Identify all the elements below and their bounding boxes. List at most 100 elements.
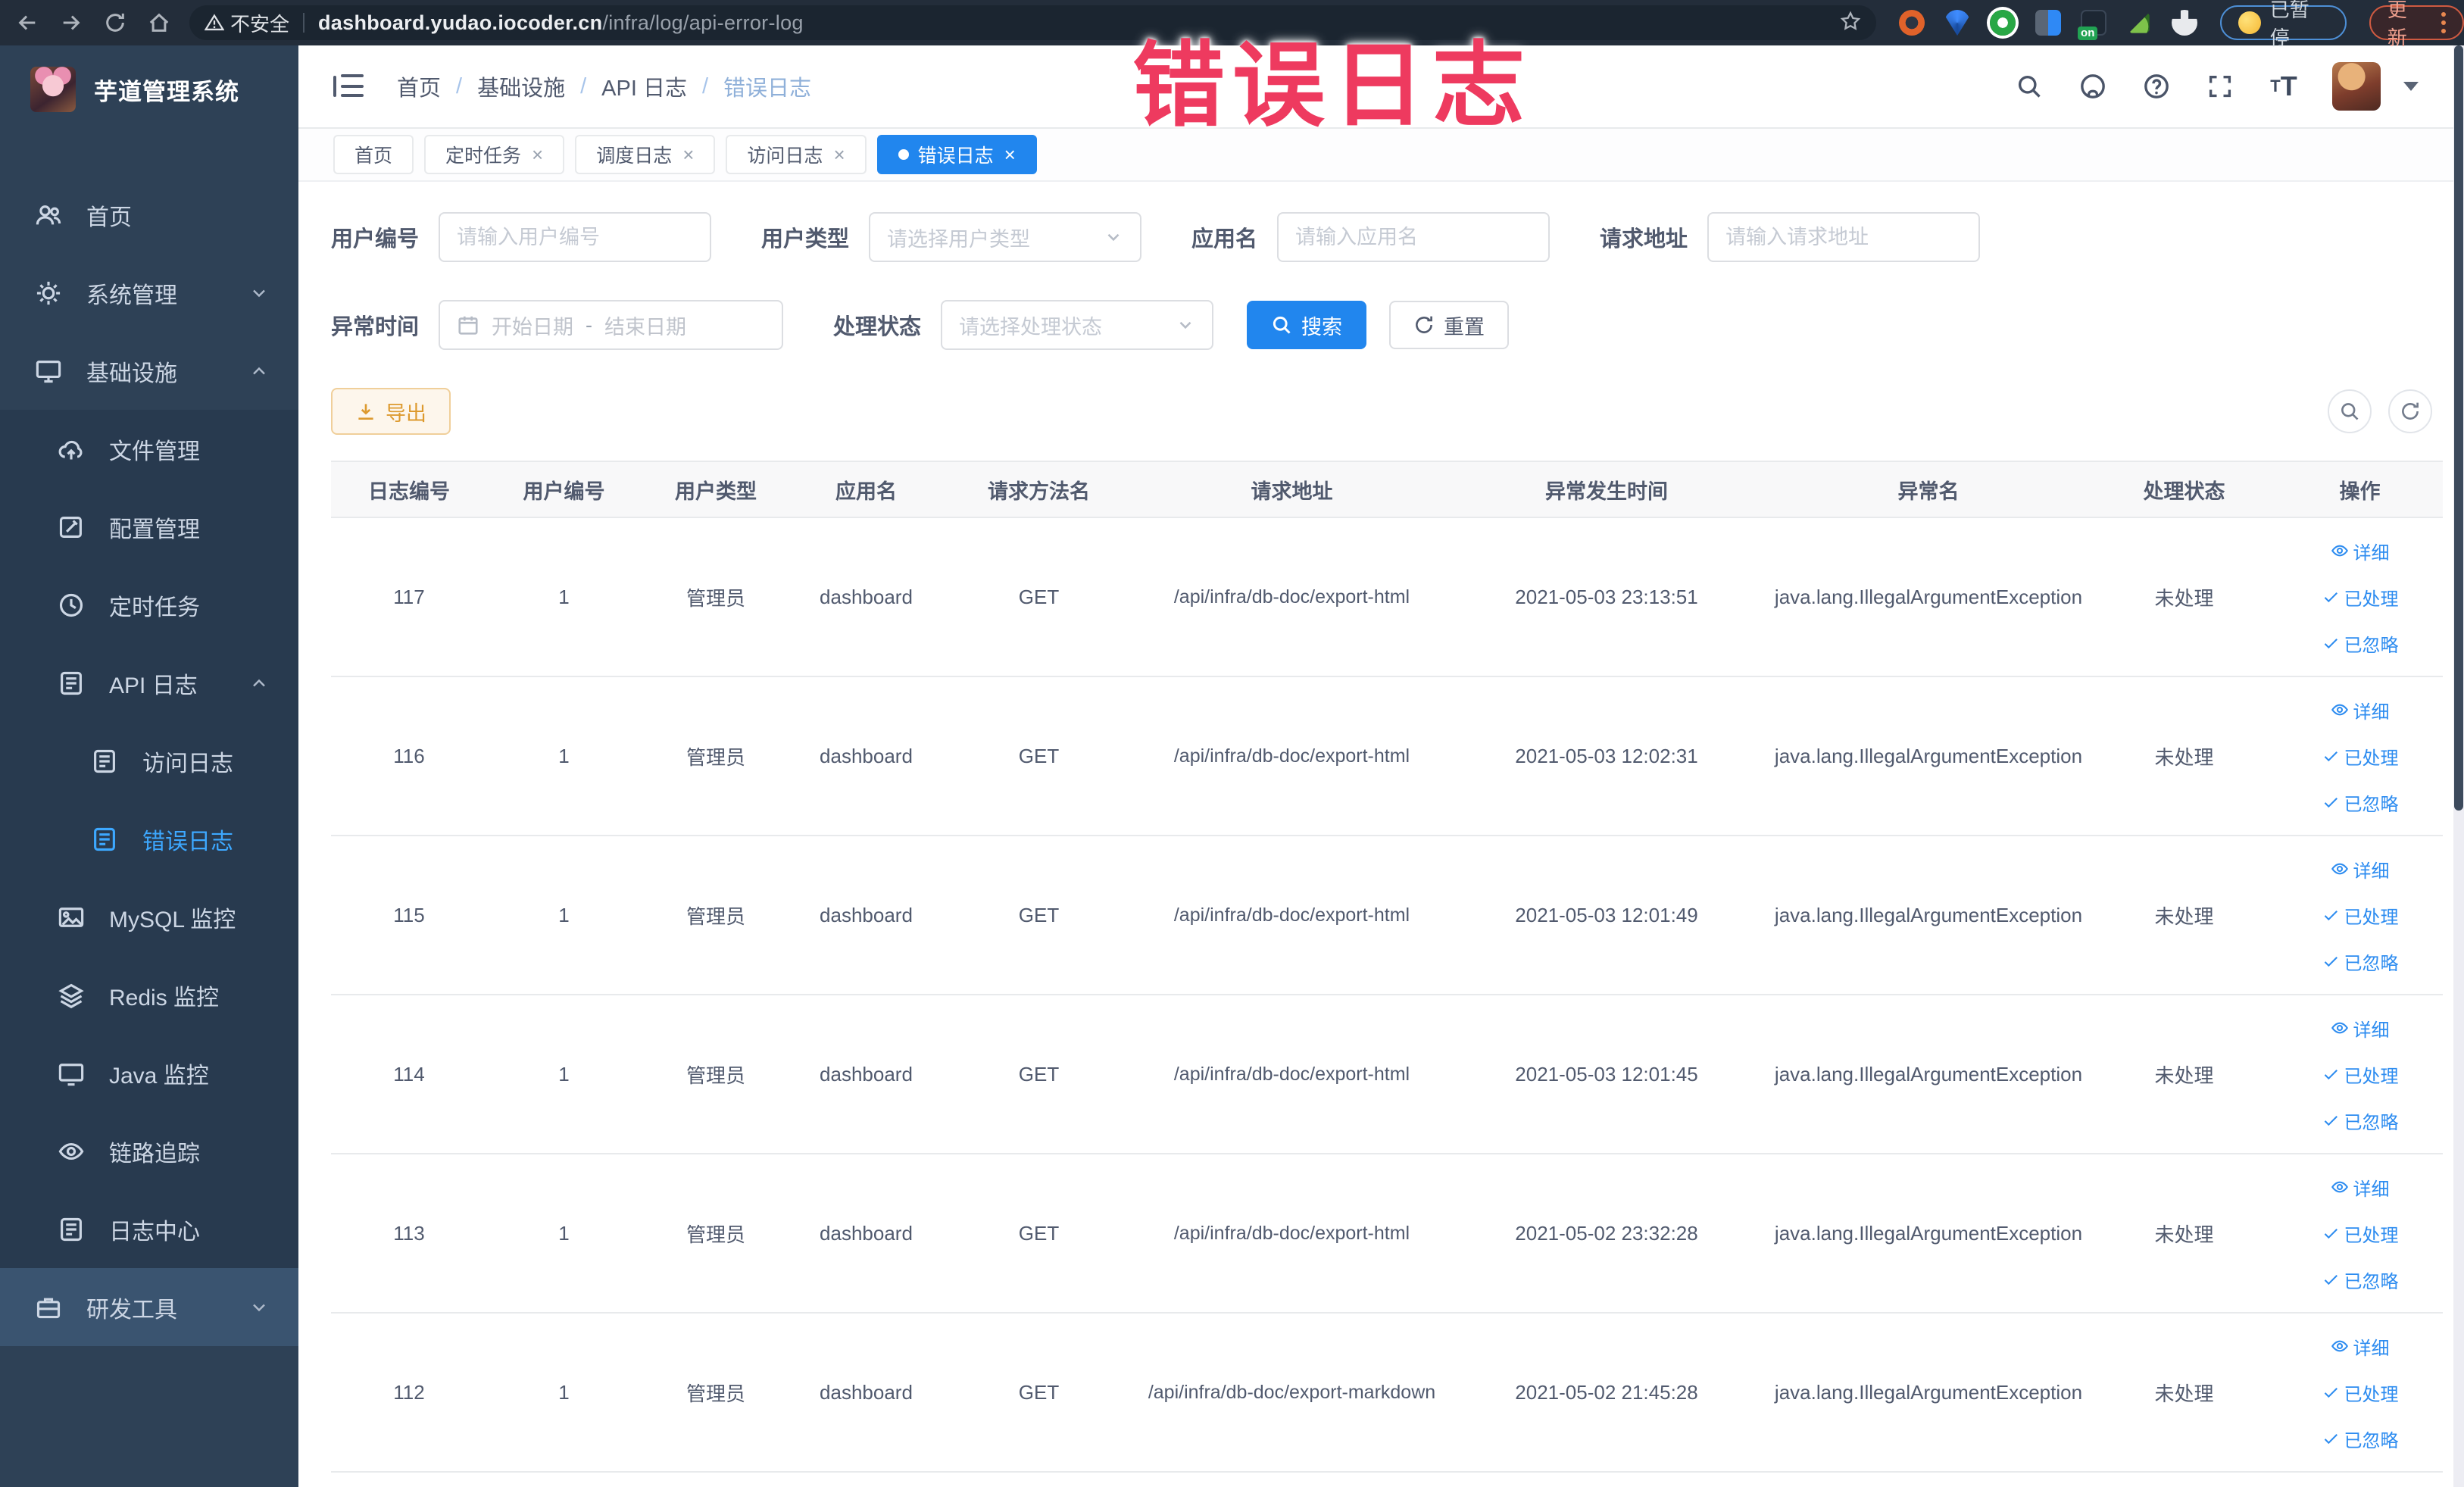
sidebar-item-8[interactable]: 访问日志	[0, 722, 298, 800]
detail-link[interactable]: 详细	[2331, 697, 2390, 723]
export-button[interactable]: 导出	[331, 388, 451, 435]
detail-link[interactable]: 详细	[2331, 856, 2390, 883]
breadcrumb-item[interactable]: 首页	[397, 70, 441, 102]
collapse-sidebar-icon[interactable]	[333, 74, 364, 98]
detail-link[interactable]: 详细	[2331, 1333, 2390, 1360]
user-id-field[interactable]	[439, 212, 712, 262]
browser-back-icon[interactable]	[11, 6, 44, 39]
user-menu-caret-icon[interactable]	[2403, 82, 2419, 91]
close-icon[interactable]: ×	[682, 143, 694, 167]
browser-home-icon[interactable]	[142, 6, 176, 39]
ignored-link[interactable]: 已忽略	[2322, 948, 2399, 975]
cell-type: 管理员	[685, 904, 745, 928]
sidebar-item-12[interactable]: Java 监控	[0, 1034, 298, 1112]
cell-exception: java.lang.IllegalArgumentException	[1774, 744, 2083, 767]
cell-actions: 详细 已处理 已忽略	[2277, 1015, 2443, 1134]
processed-link[interactable]: 已处理	[2322, 1061, 2399, 1088]
date-range-picker[interactable]: 开始日期 - 结束日期	[439, 300, 784, 350]
reset-button[interactable]: 重置	[1389, 301, 1510, 349]
cell-user: 1	[558, 903, 570, 926]
request-url-input[interactable]	[1725, 225, 1963, 249]
show-search-button[interactable]	[2328, 389, 2372, 433]
search-button[interactable]: 搜索	[1247, 301, 1367, 349]
github-icon[interactable]	[2078, 71, 2108, 102]
help-icon[interactable]	[2141, 71, 2172, 102]
avatar[interactable]	[2332, 62, 2381, 111]
bookmark-star-icon[interactable]	[1840, 11, 1861, 36]
sidebar-item-9[interactable]: 错误日志	[0, 800, 298, 878]
sidebar-item-label: 配置管理	[109, 517, 200, 542]
tag-tab-4[interactable]: 访问日志 ×	[726, 135, 867, 174]
sidebar-item-15[interactable]: 研发工具	[0, 1268, 298, 1346]
detail-link[interactable]: 详细	[2331, 1174, 2390, 1201]
detail-link[interactable]: 详细	[2331, 538, 2390, 564]
app-name-field[interactable]	[1277, 212, 1551, 262]
extensions-puzzle-icon[interactable]	[2172, 10, 2198, 36]
sidebar-item-2[interactable]: 系统管理	[0, 254, 298, 332]
extension-icon[interactable]	[2128, 12, 2150, 33]
address-bar[interactable]: 不安全 dashboard.yudao.iocoder.cn/infra/log…	[189, 5, 1877, 40]
security-warning-icon[interactable]: 不安全	[205, 9, 289, 37]
scrollbar-thumb[interactable]	[2454, 45, 2463, 811]
ignored-link[interactable]: 已忽略	[2322, 1107, 2399, 1134]
check-icon	[2322, 793, 2340, 811]
ignored-link[interactable]: 已忽略	[2322, 1267, 2399, 1293]
tag-tab-2[interactable]: 定时任务 ×	[424, 135, 565, 174]
extension-icon[interactable]	[1944, 10, 1971, 36]
ignored-link[interactable]: 已忽略	[2322, 789, 2399, 816]
update-button[interactable]: 更新	[2369, 0, 2464, 49]
paused-badge[interactable]: 已暂停	[2220, 0, 2347, 49]
ignored-link[interactable]: 已忽略	[2322, 1426, 2399, 1452]
fullscreen-icon[interactable]	[2205, 71, 2235, 102]
breadcrumb-item[interactable]: API 日志	[601, 70, 687, 102]
request-url-field[interactable]	[1707, 212, 1981, 262]
font-size-icon[interactable]: TT	[2269, 70, 2299, 102]
ignored-link[interactable]: 已忽略	[2322, 630, 2399, 657]
status-select[interactable]: 请选择处理状态	[941, 300, 1214, 350]
refresh-table-button[interactable]	[2388, 389, 2432, 433]
sidebar-item-10[interactable]: MySQL 监控	[0, 878, 298, 956]
cell-user: 1	[558, 1221, 570, 1245]
sidebar-item-5[interactable]: 配置管理	[0, 488, 298, 566]
image-icon	[58, 904, 85, 931]
sidebar-item-11[interactable]: Redis 监控	[0, 956, 298, 1034]
processed-link[interactable]: 已处理	[2322, 902, 2399, 929]
app-name-input[interactable]	[1295, 225, 1532, 249]
detail-link[interactable]: 详细	[2331, 1015, 2390, 1042]
browser-scrollbar[interactable]	[2453, 45, 2464, 1487]
extension-icon[interactable]: on	[2078, 10, 2107, 40]
tag-tab-5[interactable]: 错误日志 ×	[876, 135, 1037, 174]
sidebar-item-13[interactable]: 链路追踪	[0, 1112, 298, 1190]
sidebar-item-7[interactable]: API 日志	[0, 644, 298, 722]
cell-method: GET	[1018, 744, 1060, 767]
processed-link[interactable]: 已处理	[2322, 584, 2399, 611]
browser-menu-icon[interactable]	[2441, 12, 2446, 33]
tag-tab-1[interactable]: 首页	[333, 135, 414, 174]
browser-forward-icon[interactable]	[55, 6, 88, 39]
processed-link[interactable]: 已处理	[2322, 743, 2399, 770]
processed-link[interactable]: 已处理	[2322, 1379, 2399, 1406]
check-icon	[2322, 952, 2340, 970]
extension-icon[interactable]	[2035, 10, 2062, 36]
extension-icon[interactable]	[1899, 10, 1925, 36]
sidebar-item-label: API 日志	[109, 673, 198, 698]
browser-reload-icon[interactable]	[98, 6, 132, 39]
sidebar-item-4[interactable]: 文件管理	[0, 410, 298, 488]
breadcrumb-item[interactable]: 基础设施	[477, 70, 565, 102]
processed-link[interactable]: 已处理	[2322, 1220, 2399, 1247]
close-icon[interactable]: ×	[532, 143, 543, 167]
tag-tab-3[interactable]: 调度日志 ×	[575, 135, 716, 174]
sidebar-item-3[interactable]: 基础设施	[0, 332, 298, 410]
sidebar-item-1[interactable]: 首页	[0, 176, 298, 254]
sidebar-item-6[interactable]: 定时任务	[0, 566, 298, 644]
app-logo[interactable]: 芋道管理系统	[0, 45, 298, 130]
extension-icon[interactable]	[1990, 10, 2016, 36]
close-icon[interactable]: ×	[833, 143, 845, 167]
close-icon[interactable]: ×	[1004, 143, 1016, 167]
sidebar-item-14[interactable]: 日志中心	[0, 1190, 298, 1268]
search-icon[interactable]	[2014, 71, 2044, 102]
check-icon	[2322, 1111, 2340, 1129]
cell-exception: java.lang.IllegalArgumentException	[1774, 1221, 2083, 1245]
user-id-input[interactable]	[457, 225, 694, 249]
user-type-select[interactable]: 请选择用户类型	[869, 212, 1142, 262]
